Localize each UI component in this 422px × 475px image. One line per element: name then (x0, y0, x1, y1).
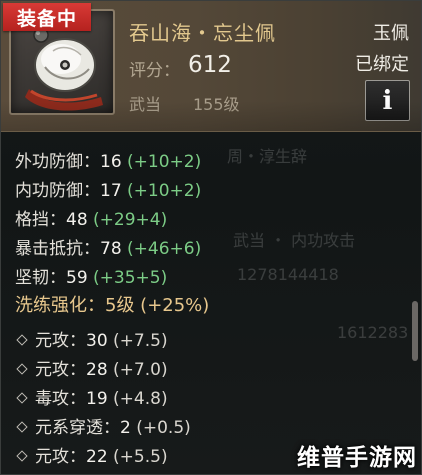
stat-colon: ： (49, 210, 66, 230)
diamond-bullet-icon (16, 363, 28, 375)
stat-name: 格挡 (15, 210, 49, 230)
refine-value: 5级 (+25%) (105, 295, 210, 316)
attribute-value: 19 (86, 389, 108, 409)
attribute-value: 28 (86, 360, 108, 380)
attribute-bonus: (+7.0) (113, 360, 168, 380)
stat-value: 17 (100, 181, 122, 201)
equipped-badge: 装备中 (3, 3, 91, 31)
stat-colon: ： (83, 152, 100, 172)
item-school: 武当 (129, 95, 162, 114)
diamond-bullet-icon (16, 334, 28, 346)
item-tooltip: 装备中 吞山海・忘尘佩 评分： 612 武当 155级 玉佩 已绑定 i 周・淳… (0, 0, 422, 475)
attribute-row: 元攻：22 (+5.5) (15, 442, 168, 467)
score-label: 评分： (129, 61, 180, 81)
stat-bonus: (+10+2) (127, 152, 202, 172)
stat-row: 内功防御：17 (+10+2) (15, 176, 201, 201)
diamond-bullet-icon (16, 450, 28, 462)
info-button[interactable]: i (365, 80, 410, 121)
attribute-colon: ： (69, 331, 86, 351)
background-ghost-text: 周・淳生辞 (227, 147, 308, 166)
diamond-bullet-icon (16, 421, 28, 433)
stat-bonus: (+46+6) (127, 239, 202, 259)
attribute-bonus: (+7.5) (113, 331, 168, 351)
attribute-colon: ： (69, 447, 86, 467)
attribute-name: 元系穿透 (35, 418, 103, 438)
refine-level: 洗练强化：5级 (+25%) (15, 291, 209, 317)
attribute-value: 2 (120, 418, 131, 438)
stat-value: 48 (66, 210, 88, 230)
item-name: 吞山海・忘尘佩 (129, 21, 276, 45)
stat-colon: ： (83, 181, 100, 201)
stat-name: 外功防御 (15, 152, 83, 172)
background-ghost-text: 1612283 (337, 323, 409, 342)
attribute-colon: ： (69, 360, 86, 380)
stat-bonus: (+29+4) (93, 210, 168, 230)
stat-colon: ： (83, 239, 100, 259)
stat-value: 78 (100, 239, 122, 259)
attribute-bonus: (+4.8) (113, 389, 168, 409)
attribute-name: 元攻 (35, 331, 69, 351)
attribute-value: 30 (86, 331, 108, 351)
score-value: 612 (188, 52, 232, 78)
attribute-row: 元攻：30 (+7.5) (15, 326, 168, 351)
stat-bonus: (+35+5) (93, 268, 168, 288)
background-ghost-text: 1278144418 (237, 265, 339, 284)
stat-name: 坚韧 (15, 268, 49, 288)
bound-status: 已绑定 (355, 54, 409, 75)
attribute-row: 毒攻：19 (+4.8) (15, 384, 168, 409)
stat-value: 16 (100, 152, 122, 172)
scrollbar-thumb[interactable] (412, 301, 418, 361)
stat-row: 坚韧：59 (+35+5) (15, 263, 167, 288)
stat-row: 暴击抵抗：78 (+46+6) (15, 234, 201, 259)
stat-row: 外功防御：16 (+10+2) (15, 147, 201, 172)
attribute-value: 22 (86, 447, 108, 467)
stat-bonus: (+10+2) (127, 181, 202, 201)
refine-label: 洗练强化： (15, 295, 105, 316)
attribute-name: 毒攻 (35, 389, 69, 409)
attribute-colon: ： (69, 389, 86, 409)
tooltip-header: 装备中 吞山海・忘尘佩 评分： 612 武当 155级 玉佩 已绑定 i (1, 1, 421, 132)
attribute-bonus: (+5.5) (113, 447, 168, 467)
stat-name: 暴击抵抗 (15, 239, 83, 259)
tooltip-body: 周・淳生辞 武当 ・ 内功攻击 1278144418 1612283 外功防御：… (1, 133, 421, 474)
stat-row: 格挡：48 (+29+4) (15, 205, 167, 230)
attribute-row: 元攻：28 (+7.0) (15, 355, 168, 380)
background-ghost-text: 武当 ・ 内功攻击 (233, 231, 356, 250)
item-type: 玉佩 (373, 23, 409, 44)
diamond-bullet-icon (16, 392, 28, 404)
attribute-name: 元攻 (35, 447, 69, 467)
stat-colon: ： (49, 268, 66, 288)
attribute-name: 元攻 (35, 360, 69, 380)
site-watermark: 维普手游网 (297, 445, 417, 471)
item-level: 155级 (193, 95, 240, 114)
attribute-colon: ： (103, 418, 120, 438)
stat-name: 内功防御 (15, 181, 83, 201)
attribute-row: 元系穿透：2 (+0.5) (15, 413, 191, 438)
attribute-bonus: (+0.5) (136, 418, 191, 438)
stat-value: 59 (66, 268, 88, 288)
